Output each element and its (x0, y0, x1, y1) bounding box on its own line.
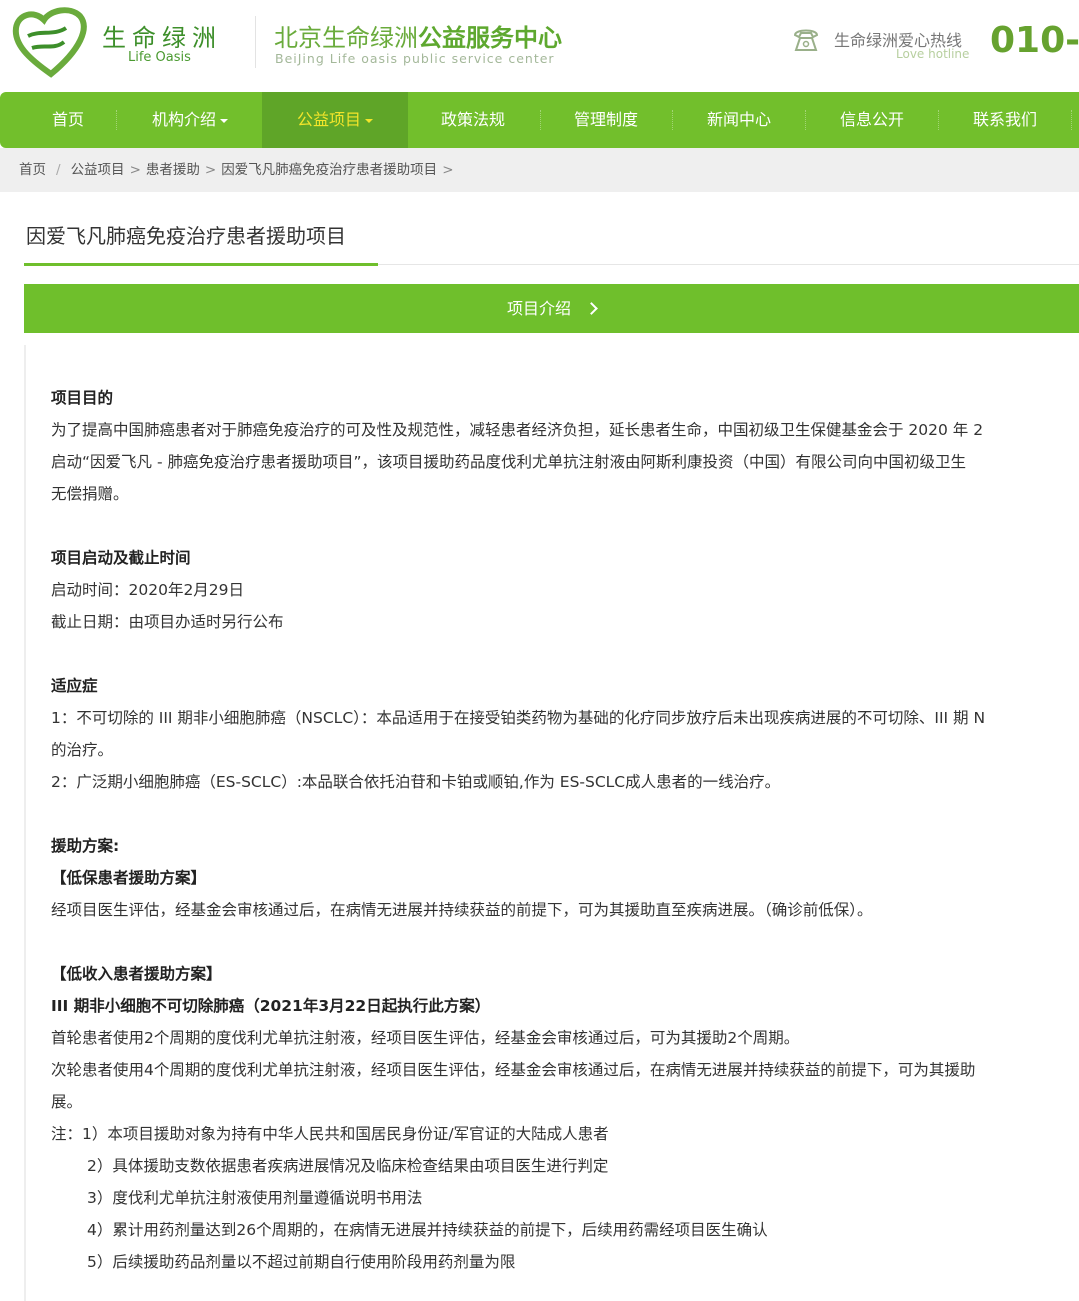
note-line: 注：1）本项目援助对象为持有中华人民共和国居民身份证/军官证的大陆成人患者 (51, 1118, 1079, 1150)
tab-project-intro[interactable]: 项目介绍 (24, 284, 1079, 333)
subsection-heading: 【低保患者援助方案】 (51, 862, 1079, 894)
hotline-number: 010-5 (990, 20, 1079, 61)
section-heading: 适应症 (51, 670, 1079, 702)
nav-item-disclosure[interactable]: 信息公开 (819, 92, 925, 148)
telephone-icon (792, 26, 820, 54)
paragraph-line: 展。 (51, 1086, 1079, 1118)
paragraph-line: 首轮患者使用2个周期的度伐利尤单抗注射液，经项目医生评估，经基金会审核通过后，可… (51, 1022, 1079, 1054)
note-line: 3）度伐利尤单抗注射液使用剂量遵循说明书用法 (51, 1182, 1079, 1214)
logo-text-cn: 生命绿洲 (102, 18, 222, 53)
nav-item-home[interactable]: 首页 (20, 92, 116, 148)
breadcrumb-item[interactable]: 因爱飞凡肺癌免疫治疗患者援助项目 (221, 162, 437, 178)
breadcrumb-separator: / (56, 162, 61, 178)
breadcrumb-arrow: > (130, 162, 141, 178)
org-name-light: 北京生命绿洲 (274, 24, 418, 52)
paragraph-line: 经项目医生评估，经基金会审核通过后，在病情无进展并持续获益的前提下，可为其援助直… (51, 894, 1079, 926)
nav-item-about[interactable]: 机构介绍 (130, 92, 250, 148)
header-divider (255, 16, 256, 68)
nav-item-policy[interactable]: 政策法规 (420, 92, 526, 148)
article-content: 项目目的 为了提高中国肺癌患者对于肺癌免疫治疗的可及性及规范性，减轻患者经济负担… (24, 345, 1079, 1301)
caret-down-icon (365, 119, 373, 123)
section-plan: 援助方案: 【低保患者援助方案】 经项目医生评估，经基金会审核通过后，在病情无进… (51, 830, 1079, 926)
nav-label: 首页 (52, 110, 84, 129)
section-heading: 项目启动及截止时间 (51, 542, 1079, 574)
note-line: 2）具体援助支数依据患者疾病进展情况及临床检查结果由项目医生进行判定 (51, 1150, 1079, 1182)
section-heading: 【低收入患者援助方案】 (51, 958, 1079, 990)
section-heading: 项目目的 (51, 382, 1079, 414)
nav-separator (938, 110, 939, 130)
nav-item-news[interactable]: 新闻中心 (686, 92, 792, 148)
nav-item-projects[interactable]: 公益项目 (262, 92, 408, 148)
paragraph-line: 启动“因爱飞凡 - 肺癌免疫治疗患者援助项目”，该项目援助药品度伐利尤单抗注射液… (51, 446, 1079, 478)
org-name-cn: 北京生命绿洲公益服务中心 (274, 18, 562, 53)
caret-down-icon (220, 119, 228, 123)
site-header: 生命绿洲 Life Oasis 北京生命绿洲公益服务中心 BeiJing Lif… (0, 0, 1079, 92)
nav-label: 联系我们 (973, 110, 1037, 129)
breadcrumb-item[interactable]: 患者援助 (146, 162, 200, 178)
paragraph-line: 的治疗。 (51, 734, 1079, 766)
page-title: 因爱飞凡肺癌免疫治疗患者援助项目 (26, 220, 346, 249)
breadcrumb: 首页 / 公益项目 > 患者援助 > 因爱飞凡肺癌免疫治疗患者援助项目 > (0, 148, 1079, 192)
nav-label: 管理制度 (574, 110, 638, 129)
section-indication: 适应症 1：不可切除的 III 期非小细胞肺癌（NSCLC）：本品适用于在接受铂… (51, 670, 1079, 798)
end-date: 截止日期：由项目办适时另行公布 (51, 606, 1079, 638)
section-low-income: 【低收入患者援助方案】 III 期非小细胞不可切除肺癌（2021年3月22日起执… (51, 958, 1079, 1278)
nav-separator (672, 110, 673, 130)
section-timing: 项目启动及截止时间 启动时间：2020年2月29日 截止日期：由项目办适时另行公… (51, 542, 1079, 638)
org-name-bold: 公益服务中心 (418, 24, 562, 52)
nav-label: 公益项目 (297, 110, 361, 129)
main-nav: 首页 机构介绍 公益项目 政策法规 管理制度 新闻中心 信息公开 联系我们 (0, 92, 1079, 148)
chevron-right-icon (585, 302, 598, 315)
nav-separator (540, 110, 541, 130)
breadcrumb-home[interactable]: 首页 (19, 162, 46, 178)
subsection-heading: III 期非小细胞不可切除肺癌（2021年3月22日起执行此方案） (51, 990, 1079, 1022)
section-heading: 援助方案: (51, 830, 1079, 862)
org-name-en: BeiJing Life oasis public service center (275, 51, 555, 66)
section-purpose: 项目目的 为了提高中国肺癌患者对于肺癌免疫治疗的可及性及规范性，减轻患者经济负担… (51, 382, 1079, 510)
start-date: 启动时间：2020年2月29日 (51, 574, 1079, 606)
hotline-label-en: Love hotline (896, 47, 969, 61)
nav-item-management[interactable]: 管理制度 (553, 92, 659, 148)
paragraph-line: 1：不可切除的 III 期非小细胞肺癌（NSCLC）：本品适用于在接受铂类药物为… (51, 702, 1079, 734)
paragraph-line: 2：广泛期小细胞肺癌（ES-SCLC）:本品联合依托泊苷和卡铂或顺铂,作为 ES… (51, 766, 1079, 798)
nav-separator (805, 110, 806, 130)
life-oasis-logo[interactable] (10, 6, 92, 78)
paragraph-line: 次轮患者使用4个周期的度伐利尤单抗注射液，经项目医生评估，经基金会审核通过后，在… (51, 1054, 1079, 1086)
breadcrumb-arrow: > (442, 162, 453, 178)
nav-item-contact[interactable]: 联系我们 (952, 92, 1058, 148)
note-line: 5）后续援助药品剂量以不超过前期自行使用阶段用药剂量为限 (51, 1246, 1079, 1278)
nav-separator (116, 110, 117, 130)
breadcrumb-arrow: > (205, 162, 216, 178)
tab-label: 项目介绍 (507, 299, 571, 318)
nav-label: 机构介绍 (152, 110, 216, 129)
note-line: 4）累计用药剂量达到26个周期的，在病情无进展并持续获益的前提下，后续用药需经项… (51, 1214, 1079, 1246)
nav-label: 信息公开 (840, 110, 904, 129)
nav-label: 政策法规 (441, 110, 505, 129)
nav-label: 新闻中心 (707, 110, 771, 129)
nav-separator (1071, 110, 1072, 130)
paragraph-line: 为了提高中国肺癌患者对于肺癌免疫治疗的可及性及规范性，减轻患者经济负担，延长患者… (51, 414, 1079, 446)
title-underline (24, 263, 378, 266)
logo-text-en: Life Oasis (128, 50, 191, 65)
paragraph-line: 无偿捐赠。 (51, 478, 1079, 510)
breadcrumb-item[interactable]: 公益项目 (71, 162, 125, 178)
